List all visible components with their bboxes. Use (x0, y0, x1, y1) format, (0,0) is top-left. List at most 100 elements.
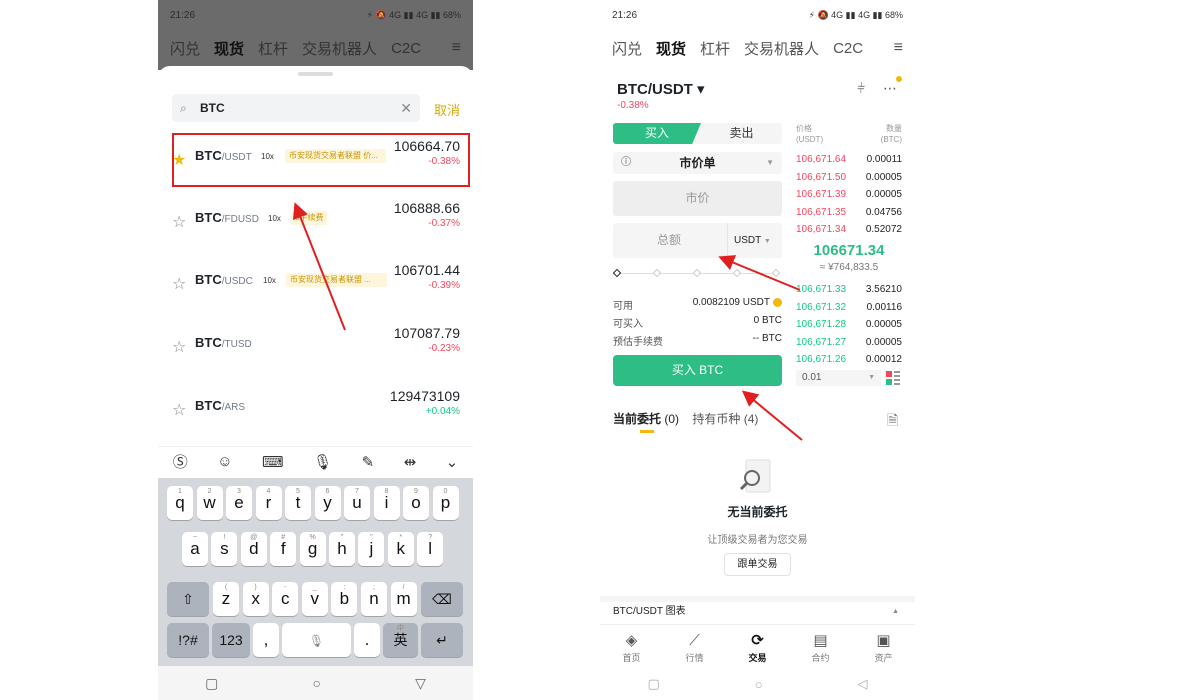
info-icon[interactable]: ⓘ (621, 152, 631, 174)
key-y[interactable]: 6y (314, 486, 341, 520)
slider-mark-50[interactable] (692, 268, 702, 278)
total-currency-select[interactable]: USDT ▼ (727, 223, 782, 258)
key-o[interactable]: 9o (403, 486, 429, 520)
sell-tab[interactable]: 卖出 (701, 123, 782, 144)
recent-apps-icon[interactable]: ▢ (205, 675, 218, 692)
backspace-key[interactable]: ⌫ (421, 582, 463, 616)
key-i[interactable]: 8i (373, 486, 400, 520)
bid-row[interactable]: 106,671.26 0.00012 (796, 351, 902, 368)
key-w[interactable]: 2w (196, 486, 223, 520)
buy-tab[interactable]: 买入 (613, 123, 701, 144)
favorite-star-icon[interactable]: ☆ (172, 212, 186, 232)
ime-logo-icon[interactable]: Ⓢ (173, 451, 188, 472)
key-g[interactable]: % g (299, 532, 326, 566)
key-f[interactable]: # f (270, 532, 297, 566)
slider-mark-75[interactable] (732, 268, 742, 278)
key-t[interactable]: 5t (285, 486, 311, 520)
enter-key[interactable]: ↵ (421, 623, 463, 657)
key-r[interactable]: 4r (255, 486, 282, 520)
key-k[interactable]: * k (387, 532, 414, 566)
key-b[interactable]: :b (331, 582, 358, 616)
home-icon[interactable]: ○ (312, 675, 320, 691)
sheet-drag-handle[interactable] (298, 72, 333, 76)
nav-trade[interactable]: ⟳ 交易 (726, 625, 789, 668)
tab-spot[interactable]: 现货 (214, 38, 244, 59)
bid-row[interactable]: 106,671.33 3.56210 (796, 281, 902, 298)
key-j[interactable]: " j (358, 532, 385, 566)
key-s[interactable]: ! s (211, 532, 238, 566)
comma-key[interactable]: , (253, 623, 279, 657)
orderbook-view-icon[interactable] (886, 371, 900, 385)
clear-icon[interactable]: ✕ (400, 100, 412, 117)
tab-spot[interactable]: 现货 (656, 38, 686, 59)
ask-row[interactable]: 106,671.39 0.00005 (796, 186, 902, 203)
amount-slider[interactable] (612, 268, 782, 280)
depth-precision-select[interactable]: 0.01 ▼ (796, 370, 881, 386)
pair-row-btc-ars[interactable]: ☆ BTC/ARS 129473109 +0.04% (158, 380, 473, 436)
pair-row-btc-usdc[interactable]: ☆ BTC/USDC 10x 币安现货交易者联盟 ... 106701.44 -… (158, 254, 473, 310)
chart-section-toggle[interactable]: BTC/USDT 图表 ▲ (600, 596, 915, 622)
key-h[interactable]: " h (329, 532, 355, 566)
tab-margin[interactable]: 杠杆 (258, 38, 288, 59)
pair-row-btc-fdusd[interactable]: ☆ BTC/FDUSD 10x 0手续费 106888.66 -0.37% (158, 192, 473, 248)
period-key[interactable]: . (354, 623, 380, 657)
key-x[interactable]: ) x (242, 582, 269, 616)
key-p[interactable]: 0p (432, 486, 459, 520)
favorite-star-icon[interactable]: ☆ (172, 400, 186, 420)
collapse-keyboard-icon[interactable]: ⌄ (446, 453, 459, 471)
slider-handle[interactable] (612, 268, 622, 278)
slider-mark-100[interactable] (771, 268, 781, 278)
key-e[interactable]: 3e (226, 486, 252, 520)
nav-home[interactable]: ◈ 首页 (600, 625, 663, 668)
key-d[interactable]: @ d (240, 532, 267, 566)
tab-c2c[interactable]: C2C (833, 40, 863, 57)
tab-convert[interactable]: 闪兑 (612, 38, 642, 59)
symbols-key[interactable]: !?# (167, 623, 209, 657)
tab-margin[interactable]: 杠杆 (700, 38, 730, 59)
key-n[interactable]: ; n (361, 582, 387, 616)
bid-row[interactable]: 106,671.27 0.00005 (796, 334, 902, 351)
language-key[interactable]: 中英 (383, 623, 418, 657)
key-z[interactable]: (z (213, 582, 239, 616)
key-a[interactable]: ~ a (182, 532, 208, 566)
key-c[interactable]: -c (272, 582, 299, 616)
favorite-star-icon[interactable]: ☆ (172, 274, 186, 294)
favorite-star-icon[interactable]: ☆ (172, 337, 186, 357)
tab-open-orders[interactable]: 当前委托 (0) (613, 412, 679, 426)
menu-icon[interactable]: ≡ (894, 39, 903, 57)
key-u[interactable]: 7u (344, 486, 370, 520)
pair-row-btc-tusd[interactable]: ☆ BTC/TUSD 107087.79 -0.23% (158, 317, 473, 373)
nav-markets[interactable]: ⟋ 行情 (663, 625, 726, 668)
copy-trading-button[interactable]: 跟单交易 (724, 553, 791, 576)
tab-holdings[interactable]: 持有币种 (4) (692, 412, 758, 426)
order-history-icon[interactable]: 🗎 (887, 410, 898, 434)
search-input[interactable]: ⌕ BTC ✕ (172, 94, 420, 122)
bid-row[interactable]: 106,671.32 0.00116 (796, 299, 902, 316)
back-icon[interactable]: ▽ (415, 675, 426, 692)
menu-icon[interactable]: ≡ (452, 39, 461, 57)
chart-candle-icon[interactable]: ⫩ (857, 80, 865, 96)
key-m[interactable]: / m (390, 582, 417, 616)
nav-assets[interactable]: ▣ 资产 (852, 625, 915, 668)
ask-row[interactable]: 106,671.34 0.52072 (796, 221, 902, 238)
microphone-icon[interactable]: 🎙 (313, 453, 332, 471)
pair-selector[interactable]: BTC/USDT ▾ (617, 80, 705, 98)
total-amount-input[interactable]: 总额 USDT ▼ (613, 223, 782, 258)
numbers-key[interactable]: 123 (212, 623, 250, 657)
buy-btc-button[interactable]: 买入 BTC (613, 355, 782, 386)
recent-apps-icon[interactable]: ▢ (647, 676, 659, 692)
bid-row[interactable]: 106,671.28 0.00005 (796, 316, 902, 333)
tab-trading-bots[interactable]: 交易机器人 (302, 38, 377, 59)
tab-convert[interactable]: 闪兑 (170, 38, 200, 59)
slider-mark-25[interactable] (652, 268, 662, 278)
ask-row[interactable]: 106,671.35 0.04756 (796, 204, 902, 221)
home-icon[interactable]: ○ (755, 677, 763, 692)
key-q[interactable]: 1q (167, 486, 193, 520)
back-icon[interactable]: ◁ (858, 676, 868, 692)
ask-row[interactable]: 106,671.50 0.00005 (796, 169, 902, 186)
shift-key[interactable]: ⇧ (167, 582, 209, 616)
keyboard-layout-icon[interactable]: ⌨ (262, 453, 284, 471)
add-funds-icon[interactable] (773, 297, 782, 307)
cancel-button[interactable]: 取消 (434, 100, 460, 119)
more-icon[interactable]: ⋯ (883, 80, 897, 96)
